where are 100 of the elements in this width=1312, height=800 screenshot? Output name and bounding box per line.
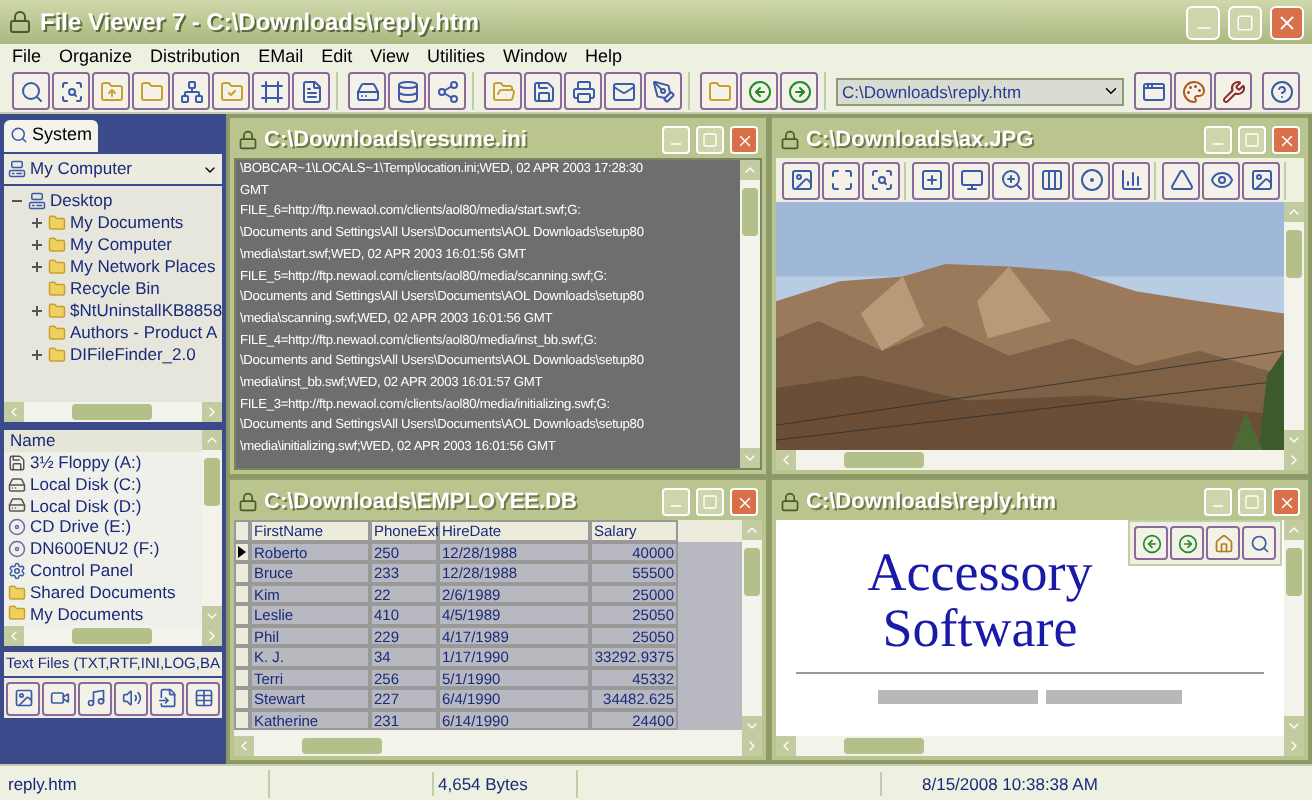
list-item[interactable]: Local Disk (C:)	[30, 473, 142, 496]
image-button[interactable]	[782, 161, 820, 199]
close-button[interactable]	[1272, 488, 1300, 516]
list-item[interactable]: DN600ENU2 (F:)	[30, 538, 160, 560]
home-button[interactable]	[1206, 526, 1240, 560]
open-folder-button[interactable]	[484, 72, 522, 110]
vertical-scrollbar[interactable]	[742, 520, 762, 736]
menu-item[interactable]: Distribution	[150, 46, 241, 68]
back-button[interactable]	[1134, 526, 1168, 560]
tree-item[interactable]: My Documents	[70, 212, 184, 234]
address-combo[interactable]: C:\Downloads\reply.htm	[836, 77, 1124, 105]
expand-icon[interactable]	[30, 238, 44, 252]
horizontal-scrollbar[interactable]	[776, 450, 1304, 470]
image-filter-button[interactable]	[6, 681, 40, 715]
columns-button[interactable]	[1032, 161, 1070, 199]
row-header[interactable]	[234, 646, 250, 667]
scroll-thumb[interactable]	[72, 404, 152, 420]
zoom-in-button[interactable]	[992, 161, 1030, 199]
location-combo[interactable]: My Computer	[4, 154, 222, 184]
horizontal-scrollbar[interactable]	[4, 626, 222, 646]
collapse-icon[interactable]	[10, 194, 24, 208]
row-pointer[interactable]	[234, 541, 250, 562]
list-item[interactable]: Shared Documents	[30, 581, 176, 604]
row-header[interactable]	[234, 709, 250, 730]
scroll-thumb[interactable]	[742, 188, 758, 236]
eye-button[interactable]	[1202, 161, 1240, 199]
save-button[interactable]	[524, 72, 562, 110]
menu-item[interactable]: Utilities	[426, 46, 485, 68]
scroll-thumb[interactable]	[844, 738, 924, 754]
tools-button[interactable]	[1214, 72, 1252, 110]
menu-item[interactable]: Edit	[321, 46, 353, 68]
horizontal-scrollbar[interactable]	[4, 402, 222, 422]
search-button[interactable]	[12, 72, 50, 110]
expand-icon[interactable]	[30, 260, 44, 274]
folder-check-button[interactable]	[212, 72, 250, 110]
file-filter-button[interactable]	[150, 681, 184, 715]
menu-item[interactable]: Help	[585, 46, 623, 68]
tree-item[interactable]: Authors - Product A	[70, 322, 218, 344]
scroll-thumb[interactable]	[844, 452, 924, 468]
row-header[interactable]	[234, 583, 250, 604]
folder-up-button[interactable]	[92, 72, 130, 110]
tree-item[interactable]: DIFileFinder_2.0	[70, 344, 196, 366]
zoom-button[interactable]	[862, 161, 900, 199]
list-item[interactable]: My Documents	[30, 603, 144, 625]
vertical-scrollbar[interactable]	[740, 160, 760, 468]
scroll-thumb[interactable]	[1286, 230, 1302, 278]
column-header[interactable]: Name	[4, 430, 202, 452]
zoom-button[interactable]	[52, 72, 90, 110]
database-button[interactable]	[388, 72, 426, 110]
tree-item[interactable]: $NtUninstallKB8858	[70, 300, 222, 322]
share-button[interactable]	[428, 72, 466, 110]
music-filter-button[interactable]	[78, 681, 112, 715]
tree-item[interactable]: My Network Places	[70, 256, 216, 278]
palette-button[interactable]	[1174, 72, 1212, 110]
tree-item[interactable]: My Computer	[70, 234, 173, 256]
folder-button[interactable]	[700, 72, 738, 110]
expand-icon[interactable]	[30, 304, 44, 318]
scroll-thumb[interactable]	[1286, 548, 1302, 596]
table-filter-button[interactable]	[186, 681, 220, 715]
help-button[interactable]	[1262, 72, 1300, 110]
system-tab[interactable]: System	[4, 119, 99, 151]
scroll-thumb[interactable]	[302, 738, 382, 754]
drive-button[interactable]	[348, 72, 386, 110]
close-button[interactable]	[730, 488, 758, 516]
tree-button[interactable]	[172, 72, 210, 110]
list-item[interactable]: Local Disk (D:)	[30, 495, 142, 517]
list-item[interactable]: 3½ Floppy (A:)	[30, 452, 142, 474]
video-filter-button[interactable]	[42, 681, 76, 715]
row-header[interactable]	[234, 625, 250, 646]
list-item[interactable]: Control Panel	[30, 559, 134, 582]
forward-button[interactable]	[1170, 526, 1204, 560]
pen-button[interactable]	[644, 72, 682, 110]
menu-item[interactable]: Organize	[59, 46, 133, 68]
horizontal-scrollbar[interactable]	[234, 736, 762, 756]
menu-item[interactable]: File	[12, 46, 42, 68]
scroll-thumb[interactable]	[72, 628, 152, 644]
horizontal-scrollbar[interactable]	[776, 736, 1304, 756]
vertical-scrollbar[interactable]	[1284, 520, 1304, 736]
tree-item[interactable]: Desktop	[50, 190, 113, 212]
menu-item[interactable]: View	[370, 46, 409, 68]
row-header[interactable]	[234, 688, 250, 709]
picture-button[interactable]	[1242, 161, 1280, 199]
close-button[interactable]	[1270, 5, 1304, 39]
search-button[interactable]	[1242, 526, 1276, 560]
back-button[interactable]	[740, 72, 778, 110]
print-button[interactable]	[564, 72, 602, 110]
expand-icon[interactable]	[30, 348, 44, 362]
menu-item[interactable]: Window	[502, 46, 567, 68]
document-button[interactable]	[292, 72, 330, 110]
row-header[interactable]	[234, 604, 250, 625]
window-button[interactable]	[1134, 72, 1172, 110]
forward-button[interactable]	[780, 72, 818, 110]
email-button[interactable]	[604, 72, 642, 110]
row-header[interactable]	[234, 667, 250, 688]
list-item[interactable]: CD Drive (E:)	[30, 516, 132, 539]
menu-item[interactable]: EMail	[258, 46, 304, 68]
vertical-scrollbar[interactable]	[1284, 202, 1304, 450]
tree-item[interactable]: Recycle Bin	[70, 278, 160, 300]
histogram-button[interactable]	[1112, 161, 1150, 199]
folder-button[interactable]	[132, 72, 170, 110]
